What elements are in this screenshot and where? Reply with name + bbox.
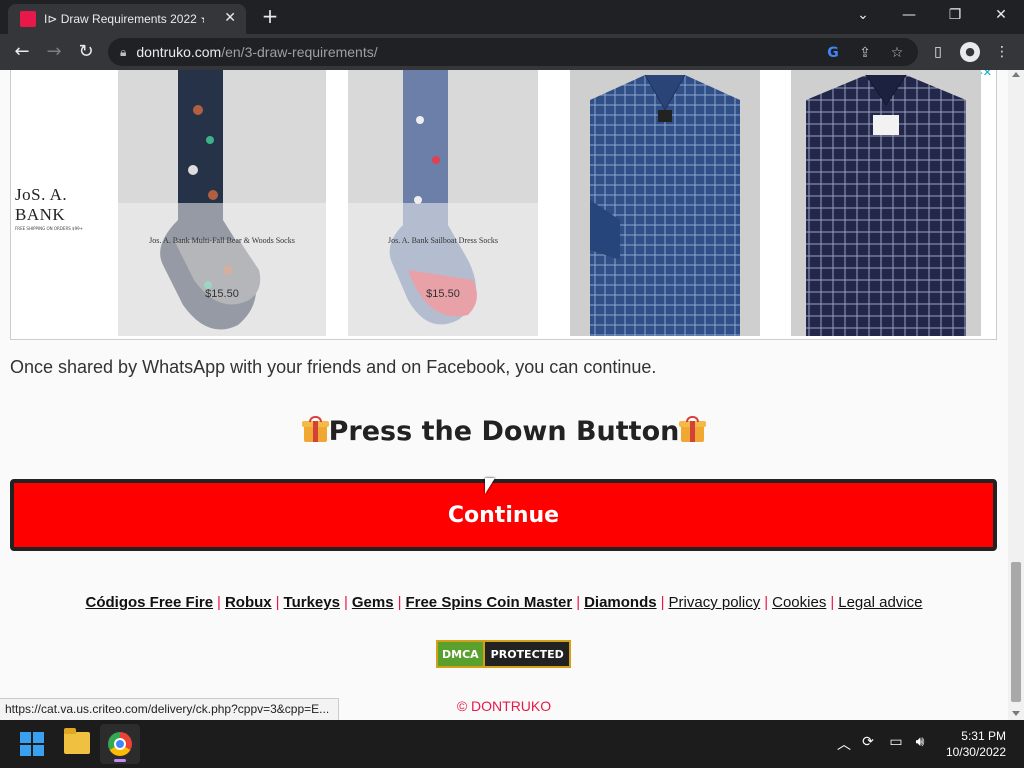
product-price: $15.50 [426, 288, 460, 300]
web-page: ▷✕ JoS. A. BANK FREE SHIPPING ON ORDERS … [0, 70, 1008, 720]
footer-link-legal[interactable]: Legal advice [838, 594, 922, 611]
product-ad-banner[interactable]: ▷✕ JoS. A. BANK FREE SHIPPING ON ORDERS … [10, 70, 997, 340]
profile-avatar-icon[interactable]: ● [960, 42, 980, 62]
windows-start-icon[interactable] [20, 732, 44, 756]
product-name: Jos. A. Bank Sailboat Dress Socks [388, 236, 498, 245]
continue-button[interactable]: Continue [10, 479, 997, 551]
screen: { "browser": { "tab_title": "I⊳ Draw Req… [0, 0, 1024, 768]
separator: | [764, 594, 769, 611]
brand-logo[interactable]: JoS. A. BANK FREE SHIPPING ON ORDERS $99… [15, 185, 110, 231]
lock-icon: 🔒︎ [120, 44, 127, 59]
url-host: dontruko.com [136, 44, 222, 60]
dmca-badge[interactable]: DMCA PROTECTED [436, 640, 571, 668]
footer-link-gems[interactable]: Gems [352, 594, 394, 611]
file-explorer-icon[interactable] [64, 728, 90, 754]
separator: | [576, 594, 581, 611]
brand-tagline: FREE SHIPPING ON ORDERS $99+ [15, 226, 84, 231]
address-bar[interactable]: 🔒︎ dontruko.com/en/3-draw-requirements/ … [108, 38, 918, 66]
reload-button[interactable]: ↻ [74, 40, 98, 64]
tray-overflow-chevron-icon[interactable]: ︿ [834, 734, 854, 754]
gift-icon [679, 416, 707, 443]
clock-time: 5:31 PM [961, 729, 1006, 743]
mouse-pointer-icon [485, 478, 495, 494]
footer-links: Códigos Free Fire | Robux | Turkeys | Gems | Fre… [0, 594, 1008, 611]
close-window-button[interactable]: ✕ [978, 4, 1024, 26]
link-status-bubble: https://cat.va.us.criteo.com/delivery/ck… [0, 698, 339, 720]
scroll-thumb[interactable] [1011, 562, 1021, 702]
ad-product-shirt-navy[interactable] [791, 70, 981, 336]
volume-icon[interactable]: 🔊︎ [910, 734, 930, 750]
new-tab-button[interactable]: + [258, 4, 282, 28]
clock-date: 10/30/2022 [945, 745, 1006, 759]
sync-icon[interactable]: ⟳ [858, 734, 878, 750]
restore-button[interactable]: ❐ [932, 4, 978, 26]
footer-link-free-fire[interactable]: Códigos Free Fire [86, 594, 214, 611]
separator: | [830, 594, 835, 611]
heading-text: Press the Down Button [328, 416, 680, 447]
chrome-icon [108, 732, 132, 756]
system-clock[interactable]: 5:31 PM 10/30/2022 [934, 728, 1006, 760]
windows-taskbar: ︿ ⟳ ▭ 🔊︎ 5:31 PM 10/30/2022 [0, 720, 1024, 768]
separator: | [397, 594, 402, 611]
page-heading: Press the Down Button [0, 416, 1008, 447]
active-tab[interactable]: I⊳ Draw Requirements 2022 ★ D ✕ [8, 4, 246, 34]
brand-name: JoS. A. BANK [15, 185, 68, 224]
ad-product-shirt-blue[interactable] [570, 70, 760, 336]
footer-link-privacy[interactable]: Privacy policy [669, 594, 761, 611]
product-overlay [118, 203, 326, 336]
menu-kebab-icon[interactable]: ⋮ [992, 42, 1012, 62]
shirt-image [590, 74, 740, 336]
gift-icon [301, 416, 329, 443]
back-button[interactable]: ← [10, 40, 34, 64]
url-path: /en/3-draw-requirements/ [221, 44, 378, 60]
footer-link-cookies[interactable]: Cookies [772, 594, 826, 611]
google-lens-icon[interactable]: G [824, 44, 842, 62]
browser-toolbar: ← → ↻ 🔒︎ dontruko.com/en/3-draw-requirem… [0, 34, 1024, 70]
scroll-up-arrow-icon[interactable] [1012, 72, 1020, 77]
tab-close-icon[interactable]: ✕ [224, 10, 236, 26]
forward-button[interactable]: → [42, 40, 66, 64]
separator: | [343, 594, 348, 611]
site-favicon-icon [20, 11, 36, 27]
separator: | [275, 594, 280, 611]
dmca-status: PROTECTED [490, 647, 564, 661]
tab-strip: I⊳ Draw Requirements 2022 ★ D ✕ + ⌄ — ❐ … [0, 0, 1024, 34]
product-name: Jos. A. Bank Multi-Fall Bear & Woods Soc… [149, 236, 295, 245]
footer-link-coin-master[interactable]: Free Spins Coin Master [405, 594, 572, 611]
product-overlay [348, 203, 538, 336]
scroll-down-arrow-icon[interactable] [1012, 711, 1020, 716]
separator: | [217, 594, 221, 611]
side-panel-icon[interactable]: ▯ [928, 42, 948, 62]
minimize-button[interactable]: — [886, 4, 932, 26]
ad-product-sock-sailboat[interactable]: Jos. A. Bank Sailboat Dress Socks $15.50 [348, 70, 538, 336]
tab-title: I⊳ Draw Requirements 2022 ★ D [44, 12, 204, 26]
tab-search-icon[interactable]: ⌄ [840, 4, 886, 26]
bookmark-star-icon[interactable]: ☆ [888, 44, 906, 62]
footer-link-robux[interactable]: Robux [225, 594, 272, 611]
chrome-taskbar-button[interactable] [100, 724, 140, 764]
network-icon[interactable]: ▭ [886, 734, 906, 750]
share-instructions: Once shared by WhatsApp with your friend… [10, 357, 657, 377]
footer-link-turkeys[interactable]: Turkeys [284, 594, 340, 611]
share-icon[interactable]: ⇪ [856, 44, 874, 62]
footer-link-diamonds[interactable]: Diamonds [584, 594, 657, 611]
ad-product-sock-bears[interactable]: Jos. A. Bank Multi-Fall Bear & Woods Soc… [118, 70, 326, 336]
shirt-image [806, 74, 966, 336]
page-scrollbar[interactable] [1008, 70, 1024, 720]
separator: | [660, 594, 665, 611]
active-app-indicator [114, 759, 126, 762]
product-price: $15.50 [205, 288, 239, 300]
dmca-label: DMCA [438, 642, 485, 666]
